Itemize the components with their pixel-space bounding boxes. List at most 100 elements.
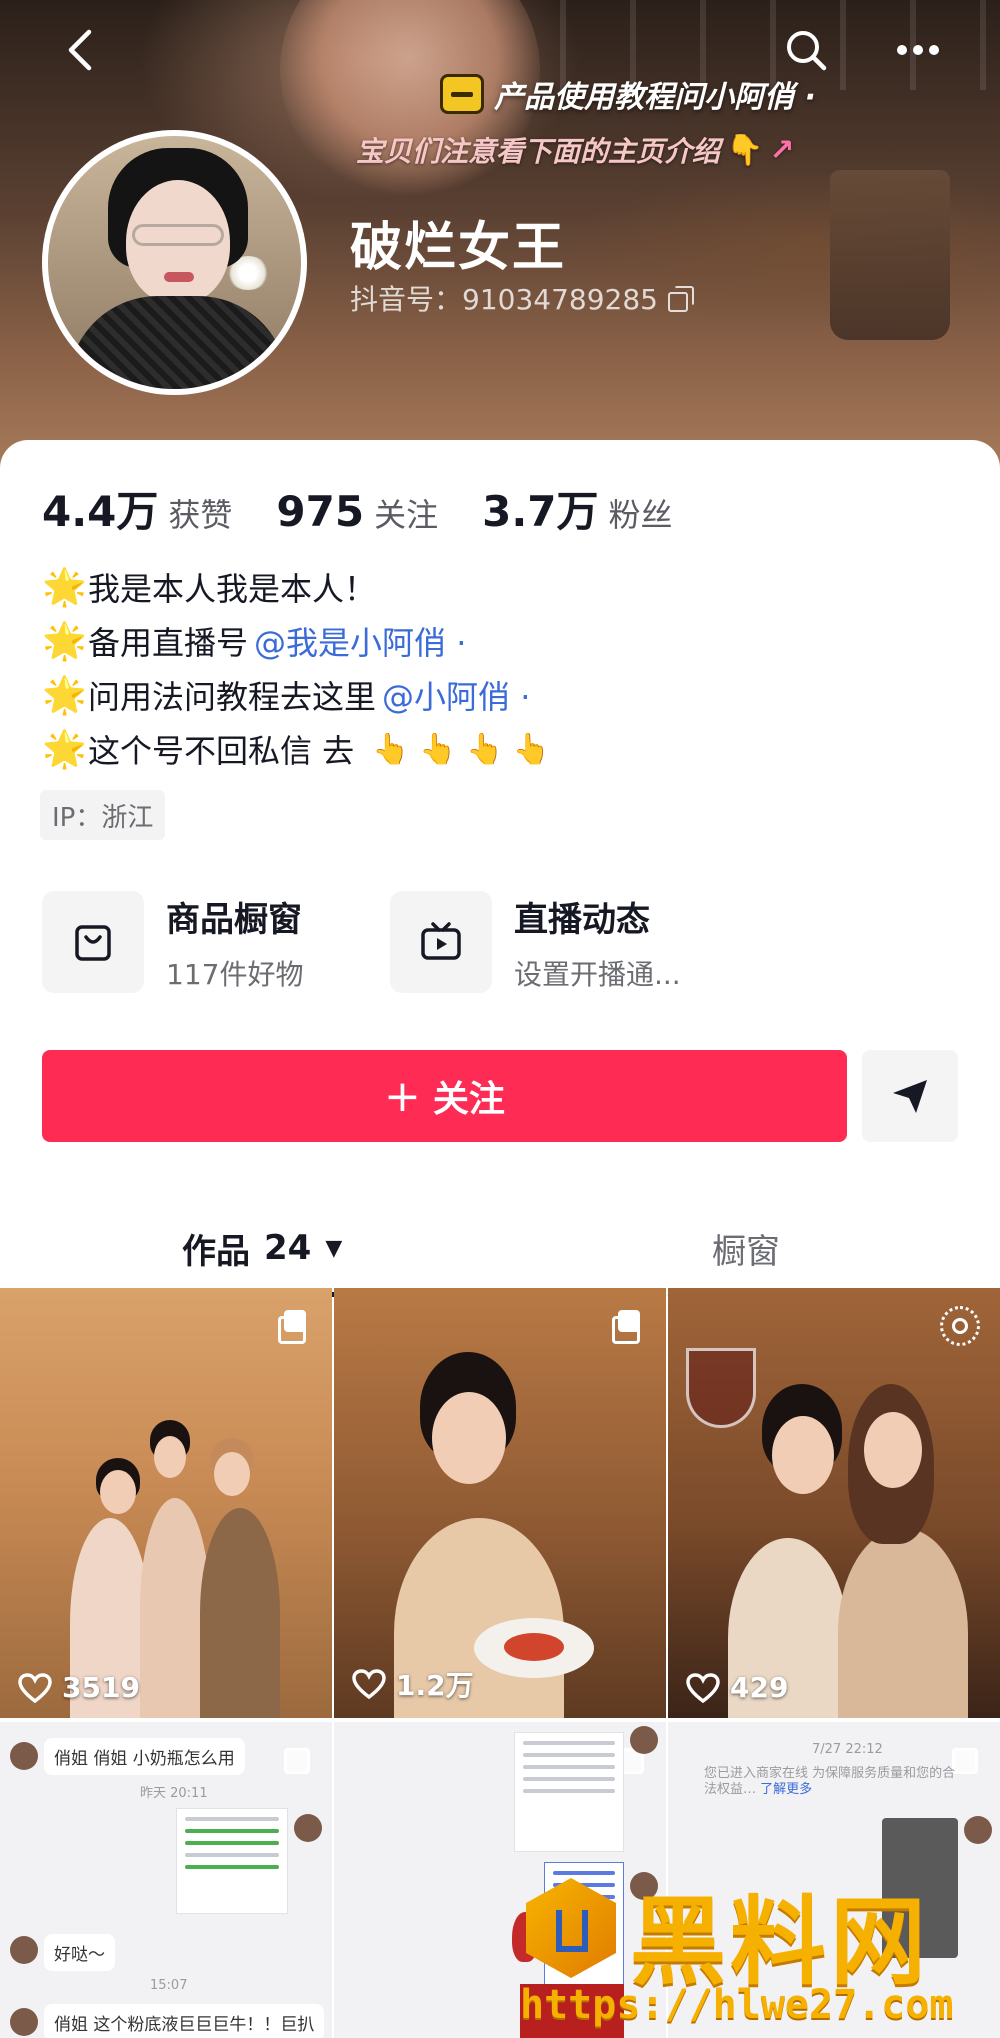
avatar-lips [164, 272, 194, 282]
watermark: 黑料网 https://hlwe27.com [520, 1870, 990, 2038]
tab-shop-window-label: 橱窗 [712, 1231, 780, 1272]
doc-line [523, 1789, 615, 1793]
cover-overlay-caption: 产品使用教程问小阿俏 · [440, 72, 816, 116]
tab-works[interactable]: 作品 24 ▼ [182, 1200, 342, 1296]
stat-likes[interactable]: 4.4万 获赞 [42, 478, 232, 539]
chat-avatar [10, 2008, 38, 2036]
bio-mention-link[interactable]: @我是小阿俏 · [254, 618, 466, 664]
copy-icon[interactable] [667, 286, 694, 312]
note-icon [440, 74, 484, 114]
star-icon: 🌟 [42, 675, 87, 716]
thumbnail-head [772, 1416, 834, 1494]
likes-count: 3519 [18, 1671, 140, 1704]
doc-line [523, 1741, 615, 1745]
heart-icon [686, 1672, 720, 1703]
avatar-glasses [132, 224, 224, 246]
chat-timestamp: 7/27 22:12 [812, 1742, 883, 1757]
live-updates-text: 直播动态 设置开播通... [514, 892, 681, 993]
multi-image-icon [278, 1310, 308, 1344]
chat-avatar [10, 1742, 38, 1770]
shopping-bag-icon [42, 891, 144, 993]
stat-followers-value: 3.7万 [482, 487, 599, 536]
stat-followers[interactable]: 3.7万 粉丝 [482, 478, 672, 539]
thumbnail-head [864, 1412, 922, 1488]
chat-timestamp: 昨天 20:11 [140, 1786, 208, 1801]
chat-system-notice: 您已进入商家在线 为保障服务质量和您的合法权益… 了解更多 [704, 1766, 964, 1798]
cover-caption-text: 产品使用教程问小阿俏 · [494, 80, 816, 115]
chat-document-preview [514, 1732, 624, 1852]
more-options-button[interactable] [890, 22, 946, 78]
doc-line [523, 1753, 615, 1757]
video-thumbnail[interactable]: 3519 [0, 1288, 332, 1718]
send-message-button[interactable] [862, 1050, 958, 1142]
doc-line [523, 1765, 615, 1769]
bio-line: 🌟 备用直播号 @我是小阿俏 · [42, 614, 962, 668]
multi-image-icon [612, 1310, 642, 1344]
stat-followers-label: 粉丝 [608, 496, 673, 534]
chat-avatar [630, 1726, 658, 1754]
star-icon: 🌟 [42, 621, 87, 662]
bio-text: 问用法问教程去这里 [88, 678, 377, 716]
avatar-body [68, 296, 288, 389]
video-thumbnail[interactable]: 429 [668, 1288, 1000, 1718]
follow-button[interactable]: + 关注 [42, 1050, 847, 1142]
douyin-id-text: 抖音号：91034789285 [350, 283, 658, 316]
stat-following-value: 975 [276, 487, 365, 536]
wine-glass [686, 1348, 756, 1428]
thumbnail-head [100, 1470, 136, 1514]
doc-line [185, 1865, 279, 1869]
plus-icon: + [384, 1070, 421, 1122]
profile-stats: 4.4万 获赞 975 关注 3.7万 粉丝 [42, 478, 673, 539]
chat-screenshot-thumbnail[interactable]: 俏姐 俏姐 小奶瓶怎么用 昨天 20:11 好哒～ 15:07 俏姐 这个粉底液… [0, 1722, 332, 2038]
profile-cover: 产品使用教程问小阿俏 · 宝贝们注意看下面的主页介绍 👇 ↗ 破烂女王 抖音号：… [0, 0, 1000, 470]
chat-avatar [10, 1936, 38, 1964]
stat-following[interactable]: 975 关注 [276, 487, 438, 536]
learn-more-link[interactable]: 了解更多 [760, 1782, 812, 1797]
thumbnail-figure [200, 1508, 280, 1718]
douyin-id-row[interactable]: 抖音号：91034789285 [350, 278, 694, 318]
watermark-logo [526, 1878, 616, 1978]
tab-shop-window[interactable]: 橱窗 [712, 1200, 780, 1296]
likes-value: 1.2万 [396, 1669, 474, 1702]
stat-likes-value: 4.4万 [42, 487, 159, 536]
watermark-url: https://hlwe27.com [520, 1982, 954, 2028]
cover-subcaption-text: 宝贝们注意看下面的主页介绍 [356, 135, 721, 168]
back-button[interactable] [52, 22, 108, 78]
shop-window-subtitle: 117件好物 [166, 957, 304, 991]
doc-line [185, 1829, 279, 1833]
cover-handbag-image [830, 170, 950, 340]
doc-line [185, 1841, 279, 1845]
tv-play-icon [390, 891, 492, 993]
chat-avatar [964, 1816, 992, 1844]
live-updates-subtitle: 设置开播通... [514, 957, 681, 991]
thumbnail-food [504, 1633, 564, 1661]
bio-mention-link[interactable]: @小阿俏 · [382, 672, 530, 718]
follow-button-label: 关注 [432, 1079, 505, 1120]
search-button[interactable] [778, 22, 834, 78]
back-arrow-icon [68, 29, 92, 71]
avatar[interactable] [42, 130, 307, 395]
video-thumbnail[interactable]: 1.2万 [334, 1288, 666, 1718]
heart-icon [352, 1669, 386, 1699]
chat-message: 俏姐 这个粉底液巨巨巨牛！！巨扒 [44, 2004, 325, 2038]
chat-system-notice-text: 您已进入商家在线 为保障服务质量和您的合法权益… [704, 1766, 956, 1797]
paper-plane-icon [893, 1080, 927, 1113]
chat-document-preview [176, 1808, 288, 1914]
profile-nickname: 破烂女王 [350, 218, 567, 278]
thumbnail-head [214, 1452, 250, 1496]
thumbnail-head [154, 1436, 186, 1478]
stat-following-label: 关注 [374, 496, 439, 534]
shop-window-entry[interactable]: 商品橱窗 117件好物 [42, 890, 303, 994]
more-dots-icon [897, 45, 939, 55]
likes-value: 3519 [62, 1671, 140, 1704]
star-icon: 🌟 [42, 729, 87, 770]
likes-count: 1.2万 [352, 1664, 474, 1704]
shop-window-text: 商品橱窗 117件好物 [166, 892, 303, 993]
multi-image-icon [284, 1748, 310, 1774]
search-icon [787, 31, 827, 71]
live-updates-entry[interactable]: 直播动态 设置开播通... [390, 890, 681, 994]
shop-window-title: 商品橱窗 [166, 899, 302, 940]
caret-down-icon[interactable]: ▼ [325, 1236, 342, 1261]
bio-line: 🌟 我是本人我是本人！ [42, 560, 962, 614]
thumbnail-head [432, 1392, 506, 1484]
